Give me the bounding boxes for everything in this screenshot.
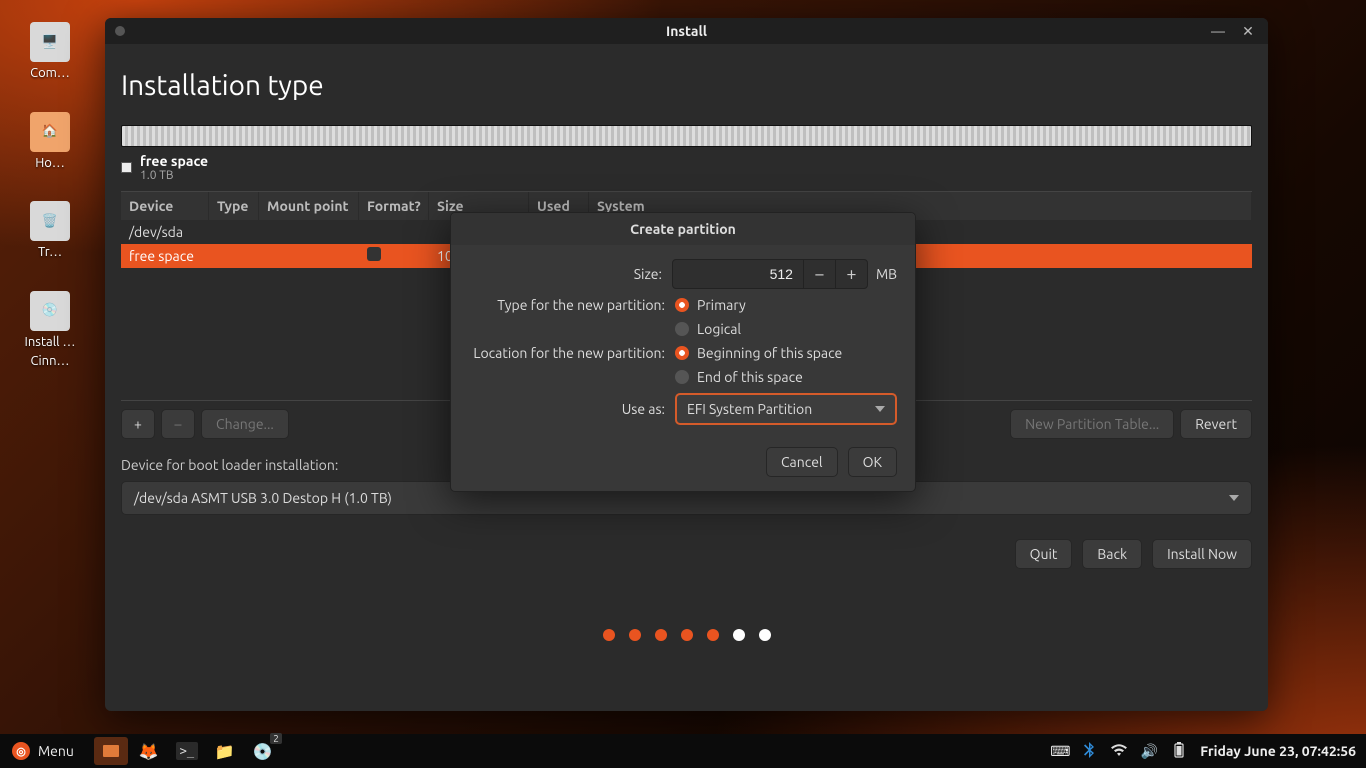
- battery-icon[interactable]: [1170, 742, 1188, 761]
- dialog-title: Create partition: [451, 213, 915, 245]
- partition-name: free space: [140, 153, 208, 169]
- useas-label: Use as:: [469, 401, 675, 417]
- col-type[interactable]: Type: [209, 192, 259, 220]
- task-installer-button[interactable]: 2 💿: [246, 737, 280, 765]
- chevron-down-icon: [1229, 495, 1239, 501]
- disk-icon: 💿: [30, 291, 70, 331]
- useas-select[interactable]: EFI System Partition: [675, 393, 897, 425]
- radio-label: End of this space: [697, 369, 803, 385]
- step-indicator: [121, 629, 1252, 641]
- task-files-button[interactable]: 📁: [208, 737, 242, 765]
- bootloader-device-value: /dev/sda ASMT USB 3.0 Destop H (1.0 TB): [134, 490, 392, 506]
- ubuntu-logo-icon: ◎: [12, 742, 30, 760]
- desktop-icon-label: Install …: [25, 335, 76, 351]
- window-title: Install: [105, 23, 1268, 39]
- task-firefox-button[interactable]: 🦊: [132, 737, 166, 765]
- task-terminal-button[interactable]: >_: [170, 737, 204, 765]
- type-logical-radio[interactable]: Logical: [675, 321, 741, 337]
- create-partition-dialog: Create partition Size: − + MB Type for t…: [450, 212, 916, 492]
- radio-checked-icon: [675, 346, 689, 360]
- radio-checked-icon: [675, 298, 689, 312]
- monitor-icon: 🖥️: [30, 22, 70, 62]
- cancel-button[interactable]: Cancel: [766, 447, 838, 477]
- volume-icon[interactable]: 🔊: [1140, 743, 1158, 760]
- step-dot-icon: [707, 629, 719, 641]
- quit-button[interactable]: Quit: [1015, 539, 1073, 569]
- desktop-trash-icon[interactable]: 🗑️ Tr…: [30, 201, 70, 261]
- step-dot-icon: [629, 629, 641, 641]
- folder-home-icon: 🏠: [30, 112, 70, 152]
- radio-label: Primary: [697, 297, 746, 313]
- location-label: Location for the new partition:: [469, 345, 675, 361]
- disk-icon: 💿: [253, 742, 273, 761]
- size-spinner: − +: [672, 259, 868, 289]
- task-show-desktop-button[interactable]: [94, 737, 128, 765]
- useas-value: EFI System Partition: [687, 401, 812, 417]
- step-dot-icon: [681, 629, 693, 641]
- terminal-icon: >_: [176, 742, 198, 760]
- step-dot-icon: [655, 629, 667, 641]
- bluetooth-icon[interactable]: [1080, 742, 1098, 761]
- system-tray: ⌨ 🔊 Friday June 23, 07:42:56: [1040, 742, 1366, 761]
- revert-button[interactable]: Revert: [1180, 409, 1252, 439]
- trash-icon: 🗑️: [30, 201, 70, 241]
- back-button[interactable]: Back: [1082, 539, 1142, 569]
- window-count-badge: 2: [270, 733, 282, 744]
- size-unit: MB: [876, 266, 897, 282]
- location-end-radio[interactable]: End of this space: [675, 369, 803, 385]
- window-titlebar[interactable]: Install — ✕: [105, 18, 1268, 44]
- desktop-icon-label: Cinn…: [31, 354, 70, 370]
- col-device[interactable]: Device: [121, 192, 209, 220]
- cell-device: /dev/sda: [121, 224, 209, 240]
- size-input[interactable]: [673, 266, 803, 282]
- keyboard-icon[interactable]: ⌨: [1050, 743, 1068, 760]
- size-increment-button[interactable]: +: [835, 259, 867, 289]
- desktop-computer-icon[interactable]: 🖥️ Com…: [30, 22, 70, 82]
- desktop-icon-label: Com…: [30, 66, 70, 82]
- step-dot-icon: [759, 629, 771, 641]
- col-mount[interactable]: Mount point: [259, 192, 359, 220]
- radio-unchecked-icon: [675, 370, 689, 384]
- cell-device: free space: [121, 248, 209, 264]
- size-label: Size:: [469, 266, 672, 282]
- partition-usage-bar[interactable]: [121, 125, 1252, 147]
- desktop-icon-label: Tr…: [38, 245, 62, 261]
- chevron-down-icon: [875, 406, 885, 412]
- firefox-icon: 🦊: [139, 742, 159, 761]
- radio-label: Logical: [697, 321, 741, 337]
- desktop-home-icon[interactable]: 🏠 Ho…: [30, 112, 70, 172]
- partition-caption: free space 1.0 TB: [121, 153, 1252, 183]
- desktop-icon: [103, 745, 119, 757]
- menu-button[interactable]: ◎ Menu: [0, 734, 86, 768]
- partition-size: 1.0 TB: [140, 169, 208, 183]
- add-partition-button[interactable]: +: [121, 409, 155, 439]
- menu-label: Menu: [38, 743, 74, 759]
- remove-partition-button[interactable]: –: [161, 409, 195, 439]
- radio-label: Beginning of this space: [697, 345, 842, 361]
- window-close-button[interactable]: ✕: [1234, 21, 1262, 41]
- step-dot-current-icon: [733, 629, 745, 641]
- location-beginning-radio[interactable]: Beginning of this space: [675, 345, 842, 361]
- format-checkbox[interactable]: [367, 247, 381, 261]
- folder-icon: 📁: [215, 742, 235, 761]
- desktop-icon-label: Ho…: [35, 156, 65, 172]
- step-dot-icon: [603, 629, 615, 641]
- page-title: Installation type: [121, 70, 1252, 101]
- clock[interactable]: Friday June 23, 07:42:56: [1200, 743, 1356, 759]
- type-label: Type for the new partition:: [469, 297, 675, 313]
- new-partition-table-button[interactable]: New Partition Table...: [1010, 409, 1174, 439]
- window-minimize-button[interactable]: —: [1204, 21, 1232, 41]
- partition-swatch-icon: [121, 162, 132, 173]
- install-now-button[interactable]: Install Now: [1152, 539, 1252, 569]
- desktop-installer-icon[interactable]: 💿 Install … Cinn…: [25, 291, 76, 370]
- size-decrement-button[interactable]: −: [803, 259, 835, 289]
- change-partition-button[interactable]: Change...: [201, 409, 289, 439]
- radio-unchecked-icon: [675, 322, 689, 336]
- ok-button[interactable]: OK: [848, 447, 897, 477]
- col-format[interactable]: Format?: [359, 192, 429, 220]
- network-icon[interactable]: [1110, 743, 1128, 759]
- type-primary-radio[interactable]: Primary: [675, 297, 746, 313]
- taskbar: ◎ Menu 🦊 >_ 📁 2 💿 ⌨ 🔊 Friday J: [0, 734, 1366, 768]
